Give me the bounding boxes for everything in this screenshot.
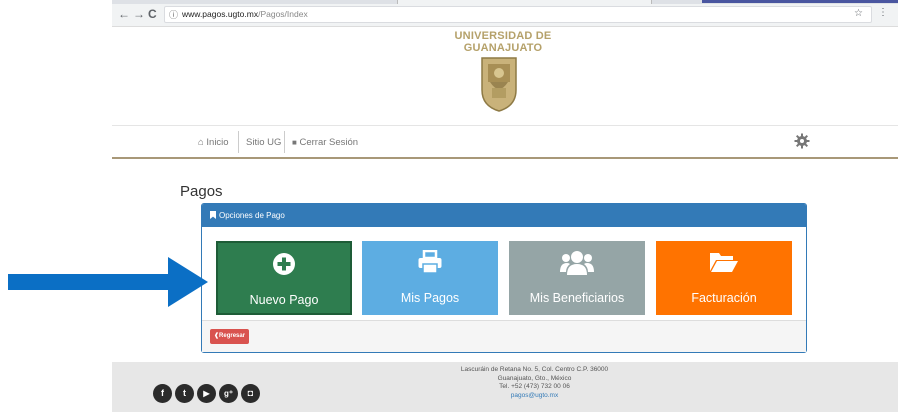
site-footer: f t ▶ g⁺ ◘ Lascuráin de Retana No. 5, Co… [112,362,898,412]
regresar-label: Regresar [219,333,246,339]
regresar-button[interactable]: ❰Regresar [210,329,250,344]
instagram-icon[interactable]: ◘ [241,384,260,403]
nav-inicio-label: Inicio [206,137,229,148]
twitter-icon[interactable]: t [175,384,194,403]
address-bar[interactable]: ⓘ www.pagos.ugto.mx/Pagos/Index ☆ [164,6,872,23]
tile-nuevo-pago[interactable]: Nuevo Pago [216,241,352,315]
main-navbar: ⌂ Inicio Sitio UG ■ Cerrar Sesión [112,125,898,159]
lock-icon: ■ [292,138,297,147]
googleplus-icon[interactable]: g⁺ [219,384,238,403]
email-link[interactable]: pagos@ugto.mx [412,392,657,401]
reload-icon[interactable]: C [148,7,157,21]
social-links: f t ▶ g⁺ ◘ [153,384,260,403]
panel-footer: ❰Regresar [202,320,806,352]
home-icon: ⌂ [198,137,204,148]
tile-mis-pagos[interactable]: Mis Pagos [362,241,498,315]
tile-facturacion-label: Facturación [691,291,757,305]
bookmark-star-icon[interactable]: ☆ [854,8,863,19]
forward-icon[interactable]: → [133,7,145,21]
footer-address: Lascuráin de Retana No. 5, Col. Centro C… [412,366,657,400]
browser-toolbar: ← → C ⓘ www.pagos.ugto.mx/Pagos/Index ☆ … [112,0,898,27]
nav-cerrar-sesion-label: Cerrar Sesión [299,137,359,148]
bookmark-icon [210,211,216,219]
address-line1: Lascuráin de Retana No. 5, Col. Centro C… [460,366,609,373]
payment-options-panel: Opciones de Pago Nuevo Pago Mis Pagos Mi… [201,203,807,353]
tile-mis-pagos-label: Mis Pagos [400,291,460,305]
university-title: UNIVERSIDAD DE GUANAJUATO [428,30,578,54]
folder-open-icon [710,253,738,272]
page-title: Pagos [180,183,223,200]
panel-title: Opciones de Pago [219,211,285,220]
tab-accent [702,0,898,3]
annotation-arrow-icon [8,257,208,307]
users-icon [560,251,594,275]
youtube-icon[interactable]: ▶ [197,384,216,403]
url-text[interactable]: www.pagos.ugto.mx/Pagos/Index [182,9,308,19]
browser-menu-icon[interactable]: ⋮ [878,7,888,18]
tile-mis-beneficiarios-label: Mis Beneficiarios [529,291,625,305]
facebook-icon[interactable]: f [153,384,172,403]
tile-facturacion[interactable]: Facturación [656,241,792,315]
panel-heading: Opciones de Pago [202,204,806,227]
university-title-line2: GUANAJUATO [463,42,543,54]
address-line2: Guanajuato, Gto., México [497,374,572,382]
phone-line: Tel. +52 (473) 732 00 06 [499,383,570,390]
back-icon[interactable]: ← [118,7,130,21]
tile-mis-beneficiarios[interactable]: Mis Beneficiarios [509,241,645,315]
url-host: www.pagos.ugto.mx [182,9,259,19]
tile-nuevo-pago-label: Nuevo Pago [249,293,319,307]
university-title-line1: UNIVERSIDAD DE [454,30,552,42]
tab-strip [112,0,898,4]
info-icon[interactable]: ⓘ [169,8,178,21]
url-path: /Pagos/Index [258,9,308,19]
nav-sitio-ug[interactable]: Sitio UG [246,137,281,148]
nav-cerrar-sesion[interactable]: ■ Cerrar Sesión [292,137,358,148]
university-crest-icon [481,57,517,112]
gear-icon[interactable] [794,133,810,149]
plus-circle-icon [273,253,295,275]
printer-icon [418,250,442,274]
browser-tab[interactable] [397,0,652,4]
nav-inicio[interactable]: ⌂ Inicio [198,137,229,148]
